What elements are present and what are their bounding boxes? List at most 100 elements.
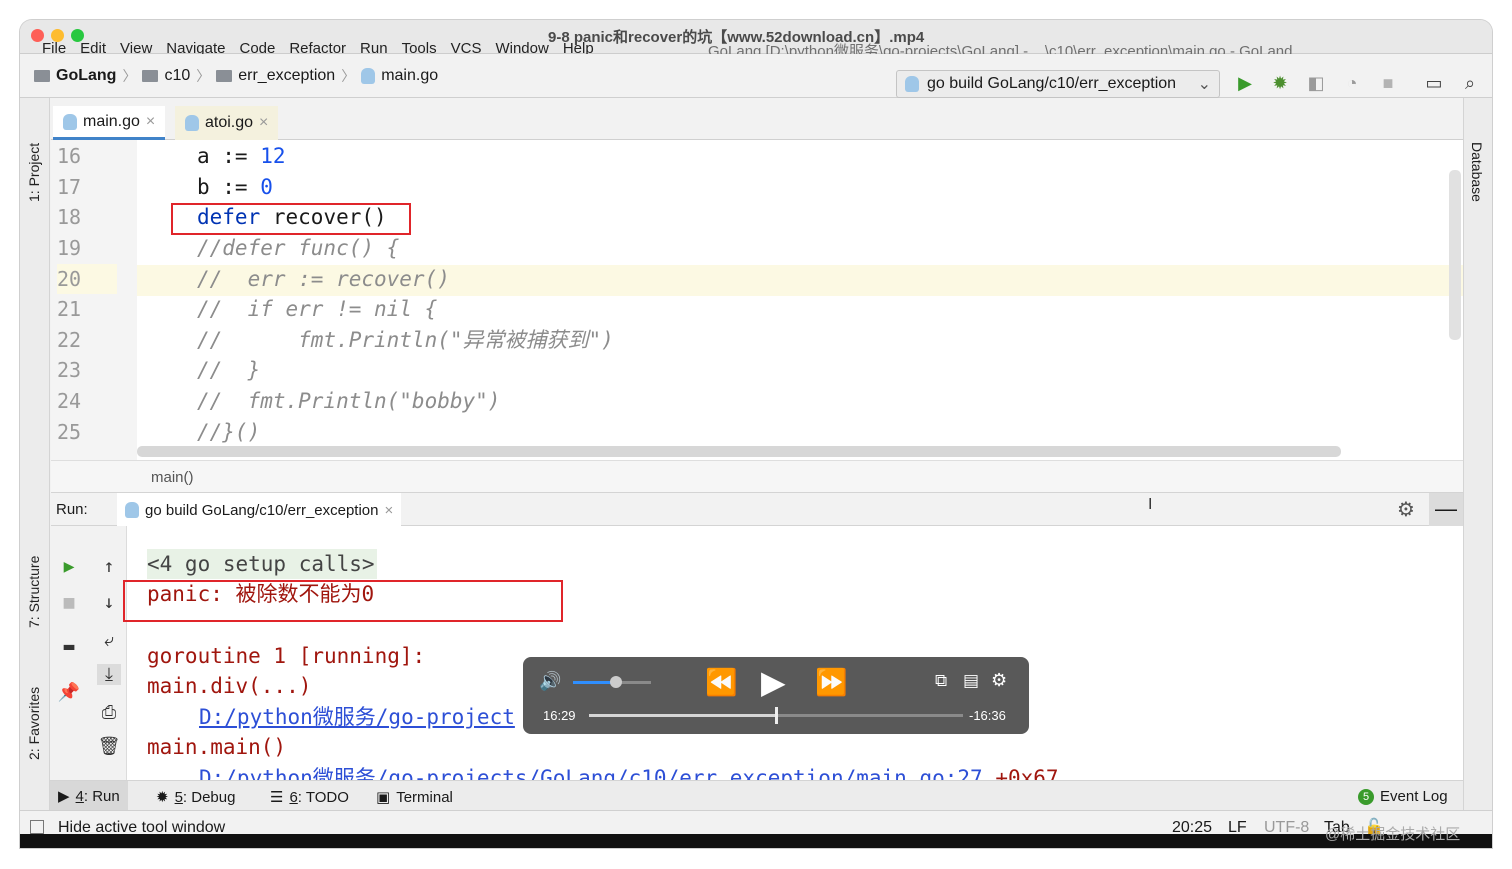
event-count-badge: 5 bbox=[1358, 788, 1374, 805]
run-icon[interactable]: ▶ bbox=[1234, 72, 1256, 94]
vertical-scrollbar[interactable] bbox=[1449, 170, 1461, 340]
run-configuration-label: go build GoLang/c10/err_exception bbox=[927, 75, 1177, 92]
hide-panel-button[interactable]: — bbox=[1429, 493, 1463, 527]
profile-icon[interactable]: ◔ bbox=[1341, 72, 1363, 94]
tool-window-toggle-icon[interactable] bbox=[30, 820, 44, 834]
close-icon[interactable]: × bbox=[146, 113, 155, 131]
code-line-17: b := 0 bbox=[197, 175, 273, 199]
run-configuration-select[interactable]: go build GoLang/c10/err_exception ⌄ bbox=[896, 70, 1220, 98]
left-tool-strip: 1: Project 7: Structure 2: Favorites bbox=[20, 98, 50, 810]
breadcrumb-file[interactable]: main.go bbox=[381, 67, 438, 85]
chevron-right-icon: 〉 bbox=[196, 68, 211, 84]
breadcrumb-root[interactable]: GoLang bbox=[56, 67, 116, 85]
line-number: 20 bbox=[57, 264, 117, 294]
chevron-right-icon: 〉 bbox=[122, 68, 137, 84]
fast-forward-icon[interactable]: ⏩ bbox=[815, 667, 847, 698]
chapters-icon[interactable]: ▤ bbox=[963, 671, 979, 691]
title-bar: 9-8 panic和recover的坑【www.52download.cn】.m… bbox=[20, 20, 1492, 60]
progress-scrubber[interactable] bbox=[589, 707, 963, 724]
print-icon[interactable]: ⎙ bbox=[97, 702, 121, 723]
bug-icon: ✹ bbox=[156, 789, 169, 806]
console-line[interactable]: <4 go setup calls> bbox=[147, 549, 377, 579]
close-icon[interactable]: × bbox=[259, 114, 268, 132]
rerun-icon[interactable]: ▶ bbox=[57, 556, 81, 577]
debug-icon[interactable]: ✹ bbox=[1269, 72, 1291, 94]
elapsed-time: 16:29 bbox=[543, 708, 576, 723]
tool-window-bar: ▶ 4: Run ✹ 5: Debug ☰ 6: TODO ▣ Terminal 5 Ev… bbox=[50, 780, 1463, 811]
line-number: 16 bbox=[57, 144, 82, 168]
layout-icon[interactable]: ▭ bbox=[1423, 72, 1445, 94]
tool-run[interactable]: ▶ 4: Run bbox=[50, 781, 128, 811]
code-editor[interactable]: 16 17 18 19 20 21 22 23 24 25 a := 12 b … bbox=[51, 140, 1463, 460]
database-tool-tab[interactable]: Database bbox=[1469, 142, 1485, 202]
event-log[interactable]: 5 Event Log bbox=[1358, 788, 1448, 805]
function-breadcrumb-bar: main() bbox=[51, 460, 1463, 492]
stop-icon[interactable]: ■ bbox=[1377, 72, 1399, 94]
video-player-overlay: 🔊 ⏪ ▶ ⏩ ⧉ ▤ ⚙ 16:29 -16:36 bbox=[523, 657, 1029, 734]
play-icon[interactable]: ▶ bbox=[761, 663, 786, 701]
breadcrumb-c10[interactable]: c10 bbox=[164, 67, 190, 85]
list-icon: ☰ bbox=[270, 789, 284, 806]
run-tab[interactable]: go build GoLang/c10/err_exception × bbox=[117, 493, 402, 527]
breadcrumb: GoLang 〉 c10 〉 err_exception 〉 main.go bbox=[34, 66, 438, 86]
text-cursor-icon: I bbox=[1148, 496, 1153, 513]
gear-icon[interactable]: ⚙ bbox=[991, 670, 1007, 691]
gear-icon[interactable]: ⚙ bbox=[1397, 497, 1415, 522]
arrow-up-icon[interactable]: ↑ bbox=[97, 556, 121, 577]
run-tab-label: go build GoLang/c10/err_exception bbox=[145, 501, 379, 519]
soft-wrap-icon[interactable]: ⤶ bbox=[97, 630, 121, 651]
folder-icon bbox=[216, 70, 233, 82]
search-icon[interactable]: ⌕ bbox=[1459, 72, 1481, 94]
breadcrumb-folder[interactable]: err_exception bbox=[238, 67, 335, 85]
pip-icon[interactable]: ⧉ bbox=[935, 671, 947, 691]
go-file-icon bbox=[361, 68, 376, 84]
horizontal-scrollbar[interactable] bbox=[137, 446, 1341, 457]
favorites-tool-tab[interactable]: 2: Favorites bbox=[26, 687, 42, 760]
go-file-icon bbox=[185, 115, 199, 131]
line-number: 17 bbox=[57, 175, 82, 199]
go-file-icon bbox=[125, 502, 139, 518]
arrow-down-icon[interactable]: ↓ bbox=[97, 592, 121, 613]
line-number: 25 bbox=[57, 420, 82, 444]
rewind-icon[interactable]: ⏪ bbox=[705, 667, 737, 698]
console-line: goroutine 1 [running]: bbox=[147, 644, 426, 668]
coverage-icon[interactable]: ◧ bbox=[1305, 72, 1327, 94]
structure-tool-tab[interactable]: 7: Structure bbox=[26, 556, 42, 628]
tool-terminal[interactable]: ▣ Terminal bbox=[376, 788, 453, 807]
go-file-icon bbox=[63, 113, 77, 130]
restore-layout-icon[interactable]: ▬ bbox=[57, 636, 81, 657]
scroll-to-end-icon[interactable]: ⤓ bbox=[97, 664, 121, 685]
folder-icon bbox=[34, 70, 50, 82]
tool-todo[interactable]: ☰ 6: TODO bbox=[270, 788, 349, 807]
chevron-down-icon: ⌄ bbox=[1197, 76, 1211, 93]
close-icon[interactable]: × bbox=[385, 502, 394, 519]
line-number: 23 bbox=[57, 358, 82, 382]
console-line: main.div(...) bbox=[147, 674, 312, 698]
trash-icon[interactable]: 🗑 bbox=[97, 736, 121, 757]
tab-main-go[interactable]: main.go × bbox=[53, 106, 166, 140]
console-line: main.main() bbox=[147, 735, 287, 759]
code-line-22: // fmt.Println("异常被捕获到") bbox=[197, 328, 614, 352]
remaining-time: -16:36 bbox=[969, 708, 1006, 723]
line-number: 24 bbox=[57, 389, 82, 413]
folder-icon bbox=[142, 70, 159, 82]
function-crumb[interactable]: main() bbox=[151, 469, 194, 486]
line-number: 18 bbox=[57, 205, 82, 229]
console-toolbar: ▶ ■ ▬ 📌 ↑ ↓ ⤶ ⤓ ⎙ 🗑 bbox=[51, 526, 127, 780]
editor-tabs: main.go × atoi.go × bbox=[51, 106, 1463, 140]
volume-icon[interactable]: 🔊 bbox=[539, 671, 561, 692]
highlight-box bbox=[171, 203, 411, 235]
volume-slider[interactable] bbox=[573, 676, 651, 688]
console-link[interactable]: D:/python微服务/go-project bbox=[199, 702, 515, 732]
tab-atoi-go[interactable]: atoi.go × bbox=[175, 106, 279, 140]
tab-label: atoi.go bbox=[205, 114, 254, 131]
line-number: 22 bbox=[57, 328, 82, 352]
stop-icon[interactable]: ■ bbox=[57, 592, 81, 613]
tool-debug[interactable]: ✹ 5: Debug bbox=[156, 788, 235, 807]
project-tool-tab[interactable]: 1: Project bbox=[26, 143, 42, 202]
console-link[interactable]: D:/python微服务/go-projects/GoLang/c10/err_… bbox=[199, 766, 983, 780]
line-number: 19 bbox=[57, 236, 82, 260]
run-console[interactable]: ▶ ■ ▬ 📌 ↑ ↓ ⤶ ⤓ ⎙ 🗑 <4 go setup calls> p… bbox=[51, 526, 1463, 780]
pin-icon[interactable]: 📌 bbox=[57, 682, 81, 703]
run-panel-label: Run: bbox=[56, 501, 88, 518]
